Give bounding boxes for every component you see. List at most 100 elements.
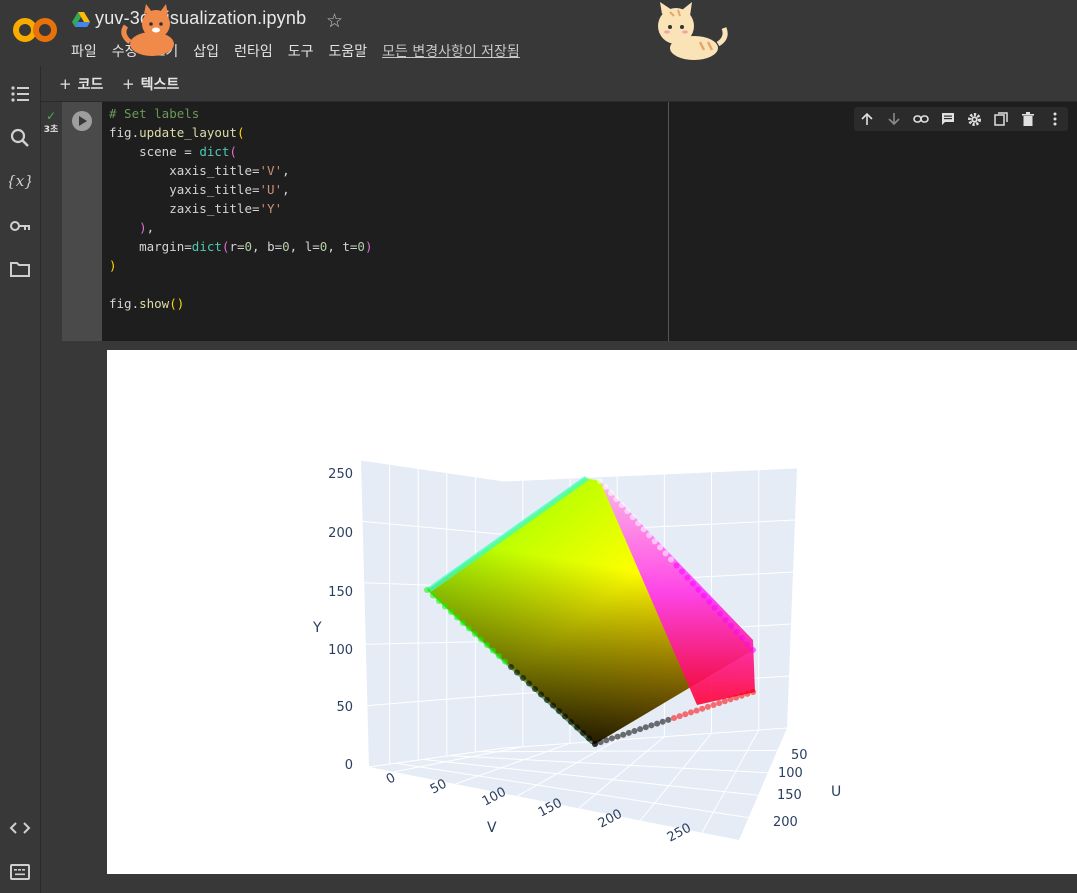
code-snippets-icon[interactable] bbox=[9, 817, 31, 839]
data-point bbox=[586, 735, 592, 742]
data-point bbox=[716, 700, 723, 707]
data-point bbox=[711, 604, 718, 611]
cream-cat-decoration bbox=[658, 2, 728, 60]
add-code-button[interactable]: + 코드 bbox=[59, 74, 103, 94]
code-line: scene = dict( bbox=[109, 144, 237, 159]
run-cell-button[interactable] bbox=[72, 111, 92, 131]
execution-time: 3초 bbox=[43, 125, 59, 135]
output-gutter bbox=[62, 342, 102, 884]
data-point bbox=[693, 707, 700, 714]
data-point bbox=[727, 696, 734, 703]
data-point bbox=[597, 478, 603, 484]
data-point bbox=[717, 610, 724, 617]
data-point bbox=[648, 722, 655, 729]
check-icon: ✓ bbox=[45, 109, 57, 123]
settings-gear-icon[interactable] bbox=[961, 107, 988, 131]
data-point bbox=[635, 520, 642, 527]
data-point bbox=[668, 556, 675, 563]
data-point bbox=[608, 735, 615, 742]
menu-file[interactable]: 파일 bbox=[71, 41, 97, 61]
data-point bbox=[678, 568, 685, 575]
data-point bbox=[550, 702, 556, 709]
yaxis-title: U bbox=[831, 784, 841, 800]
terminal-icon[interactable] bbox=[9, 861, 31, 883]
data-point bbox=[620, 731, 627, 738]
data-point bbox=[700, 592, 707, 599]
comment-icon[interactable] bbox=[934, 107, 961, 131]
code-line: ) bbox=[109, 258, 117, 273]
data-point bbox=[699, 705, 706, 712]
x-tick-label: 0 bbox=[384, 770, 398, 787]
data-point bbox=[750, 647, 756, 653]
colab-logo[interactable] bbox=[12, 12, 58, 48]
zaxis-title: Y bbox=[312, 620, 322, 636]
data-point bbox=[490, 647, 496, 654]
data-point bbox=[728, 622, 735, 629]
data-point bbox=[738, 692, 745, 699]
code-line: xaxis_title='V', bbox=[109, 163, 290, 178]
code-line: fig.show() bbox=[109, 296, 185, 311]
data-point bbox=[722, 616, 729, 623]
plotly-3d-scatter[interactable]: 0501001502002500 50 100 150 200250 2001501005… bbox=[107, 350, 1077, 874]
data-point bbox=[659, 718, 666, 725]
z-tick-label: 0 bbox=[345, 758, 353, 773]
delete-trash-icon[interactable] bbox=[1015, 107, 1042, 131]
y-tick-label: 200 bbox=[773, 815, 798, 830]
code-text[interactable]: # Set labels fig.update_layout( scene = … bbox=[109, 104, 372, 313]
search-icon[interactable] bbox=[9, 127, 31, 149]
link-icon[interactable] bbox=[908, 107, 935, 131]
notebook-toolbar: + 코드 + 텍스트 bbox=[41, 66, 1077, 102]
z-tick-label: 100 bbox=[328, 643, 353, 658]
menu-runtime[interactable]: 런타임 bbox=[234, 41, 273, 61]
data-point bbox=[508, 664, 514, 670]
data-point bbox=[689, 580, 696, 587]
data-point bbox=[614, 733, 621, 740]
saved-status[interactable]: 모든 변경사항이 저장됨 bbox=[382, 41, 520, 61]
code-line: # Set labels bbox=[109, 106, 200, 121]
secrets-key-icon[interactable] bbox=[9, 215, 31, 237]
cell-status: ✓ 3초 bbox=[42, 110, 60, 135]
menu-insert[interactable]: 삽입 bbox=[193, 41, 219, 61]
data-point bbox=[502, 658, 508, 665]
move-down-icon[interactable] bbox=[881, 107, 908, 131]
data-point bbox=[631, 728, 638, 734]
data-point bbox=[651, 538, 658, 545]
data-point bbox=[624, 508, 631, 515]
z-tick-label: 200 bbox=[328, 526, 353, 541]
data-point bbox=[613, 496, 620, 503]
data-point bbox=[665, 716, 672, 723]
data-point bbox=[710, 702, 717, 708]
data-point bbox=[568, 719, 574, 725]
table-of-contents-icon[interactable] bbox=[9, 83, 31, 105]
variables-icon[interactable]: {x} bbox=[9, 170, 31, 192]
add-text-button[interactable]: + 텍스트 bbox=[122, 74, 179, 94]
mirror-cell-icon[interactable] bbox=[988, 107, 1015, 131]
data-point bbox=[430, 592, 436, 599]
data-point bbox=[671, 715, 677, 721]
data-point bbox=[466, 625, 472, 632]
menu-help[interactable]: 도움말 bbox=[328, 41, 367, 61]
data-point bbox=[739, 634, 746, 641]
code-editor[interactable]: # Set labels fig.update_layout( scene = … bbox=[102, 102, 669, 341]
google-drive-icon[interactable] bbox=[72, 12, 90, 28]
files-folder-icon[interactable] bbox=[9, 258, 31, 280]
data-point bbox=[684, 574, 691, 581]
code-editor-margin bbox=[669, 102, 1077, 341]
data-point bbox=[640, 526, 647, 533]
menu-tools[interactable]: 도구 bbox=[288, 41, 314, 61]
data-point bbox=[706, 598, 713, 605]
cell-output: 0 50 100 150 200 250 0 50 100 150 200 250 200 150 100 5… bbox=[107, 350, 1077, 874]
data-point bbox=[607, 490, 614, 497]
data-point bbox=[662, 550, 669, 557]
data-point bbox=[602, 484, 609, 491]
z-tick-label: 150 bbox=[328, 585, 353, 600]
data-point bbox=[637, 726, 644, 733]
data-point bbox=[580, 730, 586, 736]
data-point bbox=[574, 724, 580, 731]
data-point bbox=[687, 709, 694, 716]
more-options-icon[interactable] bbox=[1041, 107, 1068, 131]
orange-cat-decoration bbox=[121, 4, 174, 56]
data-point bbox=[436, 598, 442, 604]
star-icon[interactable]: ☆ bbox=[326, 10, 343, 32]
move-up-icon[interactable] bbox=[854, 107, 881, 131]
